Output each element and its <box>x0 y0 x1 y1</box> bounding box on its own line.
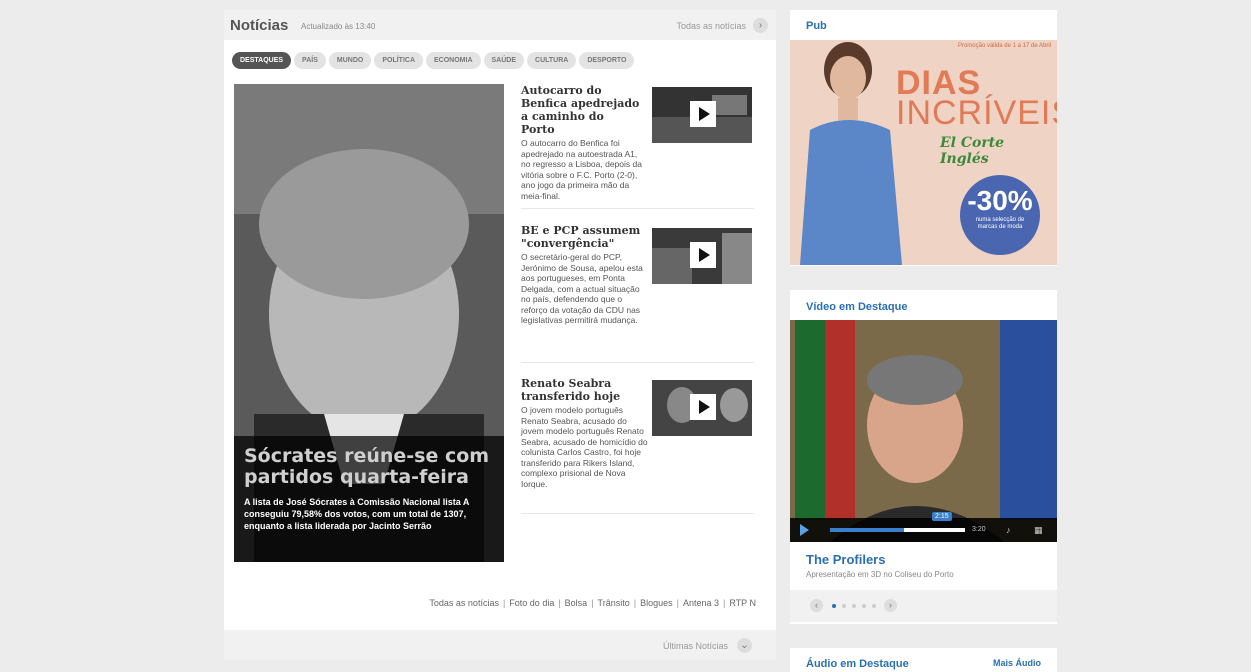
play-icon <box>690 242 716 268</box>
pager-dot[interactable] <box>832 604 836 608</box>
chevron-right-icon[interactable]: › <box>884 599 897 612</box>
separator: | <box>722 598 726 608</box>
tab-mundo[interactable]: Mundo <box>328 52 372 69</box>
story-title[interactable]: Renato Seabra transferido hoje <box>521 377 641 403</box>
chevron-down-icon[interactable]: ⌄ <box>737 638 752 653</box>
all-news-link[interactable]: Todas as notícias <box>676 21 746 31</box>
footer-links: Todas as notícias | Foto do dia | Bolsa | Trân… <box>429 598 756 608</box>
play-icon <box>690 101 716 127</box>
video-thumbnail[interactable] <box>652 228 752 284</box>
chevron-left-icon[interactable]: ‹ <box>810 599 823 612</box>
discount-percent: -30% <box>967 185 1033 216</box>
divider <box>521 362 754 363</box>
tab-desporto[interactable]: Desporto <box>579 52 635 69</box>
ad-title-line2: INCRÍVEIS <box>896 94 1057 132</box>
story-text: O autocarro do Benfica foi apedrejado na… <box>521 138 642 201</box>
video-progress-bar[interactable]: 2:15 <box>830 512 965 532</box>
duration-label: 3:20 <box>972 526 986 533</box>
tab-economia[interactable]: Economia <box>426 52 481 69</box>
tab-destaques[interactable]: Destaques <box>232 52 292 69</box>
video-pager: ‹ › <box>790 590 1057 622</box>
separator: | <box>502 598 506 608</box>
audio-box: Áudio em Destaque Mais Áudio <box>790 648 1057 672</box>
separator: | <box>633 598 637 608</box>
updated-time: Actualizado às 13:40 <box>301 22 376 31</box>
footer-link[interactable]: Foto do dia <box>509 598 554 608</box>
news-panel: Notícias Actualizado às 13:40 Todas as n… <box>224 10 776 660</box>
video-player[interactable]: 2:15 3:20 ♪ ▦ <box>790 320 1057 542</box>
pub-box: Pub Promoção válida de 1 a 17 de Abril D… <box>790 10 1057 266</box>
volume-icon[interactable]: ♪ <box>1006 525 1011 535</box>
footer-link[interactable]: Blogues <box>640 598 673 608</box>
feature-caption: Sócrates reúne-se com partidos quarta-fe… <box>234 436 504 562</box>
footer-link[interactable]: Antena 3 <box>683 598 719 608</box>
fullscreen-icon[interactable]: ▦ <box>1034 525 1043 536</box>
video-frame <box>790 320 1057 542</box>
pager-dot[interactable] <box>842 604 846 608</box>
video-section-title: Vídeo em Destaque <box>806 301 908 313</box>
tab-politica[interactable]: Política <box>374 52 423 69</box>
tab-cultura[interactable]: Cultura <box>527 52 577 69</box>
tab-saude[interactable]: Saúde <box>483 52 525 69</box>
news-title: Notícias <box>230 17 289 34</box>
story-text: O jovem modelo português Renato Seabra, … <box>521 405 648 489</box>
play-icon[interactable] <box>800 524 809 536</box>
advertisement[interactable]: Promoção válida de 1 a 17 de Abril DIAS … <box>790 40 1057 265</box>
current-time-tooltip: 2:15 <box>932 512 952 521</box>
separator: | <box>591 598 594 608</box>
pager-dot[interactable] <box>872 604 876 608</box>
footer-link[interactable]: RTP N <box>729 598 756 608</box>
video-box: Vídeo em Destaque 2:15 3:20 ♪ ▦ The Prof… <box>790 290 1057 624</box>
chevron-right-icon[interactable]: › <box>753 18 768 33</box>
story-title[interactable]: BE e PCP assumem "convergência" <box>521 224 641 250</box>
separator: | <box>558 598 561 608</box>
footer-link[interactable]: Trânsito <box>598 598 630 608</box>
video-subtitle: Apresentação em 3D no Coliseu do Porto <box>806 570 954 579</box>
divider <box>521 513 754 514</box>
news-header: Notícias Actualizado às 13:40 Todas as n… <box>224 10 776 40</box>
story-text: O secretário-geral do PCP, Jerónimo de S… <box>521 252 643 325</box>
pager-dot[interactable] <box>862 604 866 608</box>
discount-text: numa selecção de marcas de moda <box>975 217 1025 230</box>
play-icon <box>690 394 716 420</box>
feature-story[interactable]: Sócrates reúne-se com partidos quarta-fe… <box>234 84 504 562</box>
latest-news-link[interactable]: Últimas Notícias <box>663 641 728 651</box>
video-thumbnail[interactable] <box>652 380 752 436</box>
ad-brand-logo: El Corte Inglés <box>940 135 1005 167</box>
news-tabs: Destaques País Mundo Política Economia Saúde C… <box>232 52 637 70</box>
more-audio-link[interactable]: Mais Áudio <box>993 658 1041 668</box>
divider <box>521 208 754 209</box>
story-title[interactable]: Autocarro do Benfica apedrejado a caminh… <box>521 84 641 136</box>
feature-headline[interactable]: Sócrates reúne-se com partidos quarta-fe… <box>244 446 499 488</box>
audio-section-title: Áudio em Destaque <box>806 658 909 670</box>
separator: | <box>676 598 679 608</box>
news-bottom-bar: Últimas Notícias ⌄ <box>224 630 776 660</box>
footer-link[interactable]: Todas as notícias <box>429 598 499 608</box>
tab-pais[interactable]: País <box>294 52 326 69</box>
ad-promo-date: Promoção válida de 1 a 17 de Abril <box>957 43 1051 49</box>
footer-link[interactable]: Bolsa <box>565 598 588 608</box>
pub-title: Pub <box>806 20 827 32</box>
progress-fill <box>830 528 905 532</box>
video-controls: 2:15 3:20 ♪ ▦ <box>790 512 1057 542</box>
video-thumbnail[interactable] <box>652 87 752 143</box>
video-title[interactable]: The Profilers <box>806 552 885 567</box>
pager-dot[interactable] <box>852 604 856 608</box>
feature-summary: A lista de José Sócrates à Comissão Naci… <box>244 497 470 531</box>
discount-badge: -30% numa selecção de marcas de moda <box>960 175 1040 255</box>
